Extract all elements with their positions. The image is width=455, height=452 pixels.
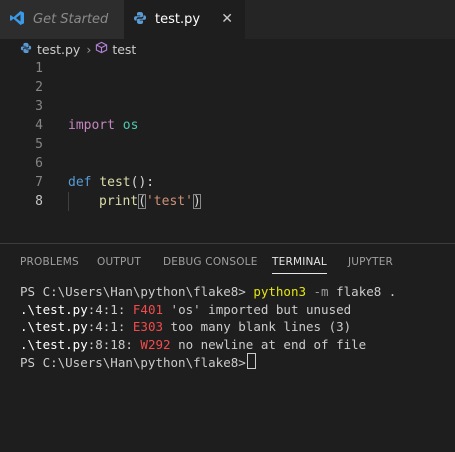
code-text: print('test') [99,192,201,211]
tab-terminal[interactable]: TERMINAL [272,256,327,274]
terminal-command-args: flake8 . [336,284,397,299]
code-text: import os [68,116,138,135]
terminal-cursor [246,353,256,369]
tab-label: Get Started [33,12,109,27]
breadcrumb-symbol[interactable]: test [112,42,136,57]
terminal-command-flag: -m [313,284,329,299]
lint-position: :4:1: [87,301,126,317]
code-line: 2 [0,78,455,97]
line-number: 8 [35,194,43,209]
cube-icon [95,41,108,57]
tab-get-started[interactable]: Get Started [0,0,124,39]
code-line: 6 [0,154,455,173]
editor-tab-bar: Get Started test.py ✕ [0,0,455,39]
code-text: def test(): [68,173,154,192]
lint-code: F401 [132,301,164,317]
terminal-output[interactable]: PS C:\Users\Han\python\flake8> python3 -… [20,283,396,372]
code-editor[interactable]: 1 2 3 4 import os 5 6 7 def test(): 8 pr… [0,59,455,243]
open-paren: ( [138,194,146,209]
function-name: test [99,175,131,190]
line-number: 3 [35,99,43,114]
tab-label: test.py [155,12,201,27]
lint-file: .\test.py [20,301,88,317]
module-name: os [122,118,139,133]
tab-debug-console[interactable]: DEBUG CONSOLE [163,256,258,268]
tab-test-py[interactable]: test.py ✕ [124,0,245,39]
lint-position: :8:18: [87,336,133,352]
code-line: 4 import os [0,116,455,135]
keyword: def [68,175,92,190]
chevron-right-icon: › [86,41,92,57]
code-line: 1 [0,59,455,78]
lint-message: no newline at end of file [178,336,367,352]
vscode-logo-icon [9,10,25,30]
panel-tabs: PROBLEMS OUTPUT DEBUG CONSOLE TERMINAL J… [0,256,455,276]
lint-file: .\test.py [20,319,88,334]
lint-code: E303 [132,319,164,334]
line-number: 6 [35,156,43,171]
punctuation: (): [130,175,155,190]
code-line: 7 def test(): [0,173,455,192]
lint-message: too many blank lines (3) [170,319,352,334]
code-line: 5 [0,135,455,154]
terminal-command: python3 [253,284,306,299]
close-paren: ) [192,194,201,209]
breadcrumb: test.py › test [0,39,455,59]
line-number: 7 [35,175,43,190]
function-name: print [99,194,139,209]
python-icon [20,42,32,57]
tab-problems[interactable]: PROBLEMS [20,256,79,268]
lint-file: .\test.py [20,336,88,352]
line-number: 2 [35,80,43,95]
string-literal: 'test' [145,194,193,209]
lint-code: W292 [140,336,171,352]
python-icon [133,11,147,29]
keyword: import [68,118,115,133]
code-line-current: 8 print('test') [0,192,455,211]
line-number: 1 [35,61,43,76]
tab-output[interactable]: OUTPUT [97,256,141,268]
breadcrumb-file[interactable]: test.py [37,42,80,57]
terminal-prompt: PS C:\Users\Han\python\flake8> [20,284,246,299]
tab-jupyter[interactable]: JUPYTER [348,256,393,268]
lint-message: 'os' imported but unused [170,301,352,317]
bottom-panel: PROBLEMS OUTPUT DEBUG CONSOLE TERMINAL J… [0,243,455,452]
terminal-prompt: PS C:\Users\Han\python\flake8> [20,355,246,370]
line-number: 4 [35,118,43,133]
close-icon[interactable]: ✕ [221,11,233,27]
line-number: 5 [35,137,43,152]
indent-guide [68,192,69,211]
code-line: 3 [0,97,455,116]
lint-position: :4:1: [87,319,126,334]
